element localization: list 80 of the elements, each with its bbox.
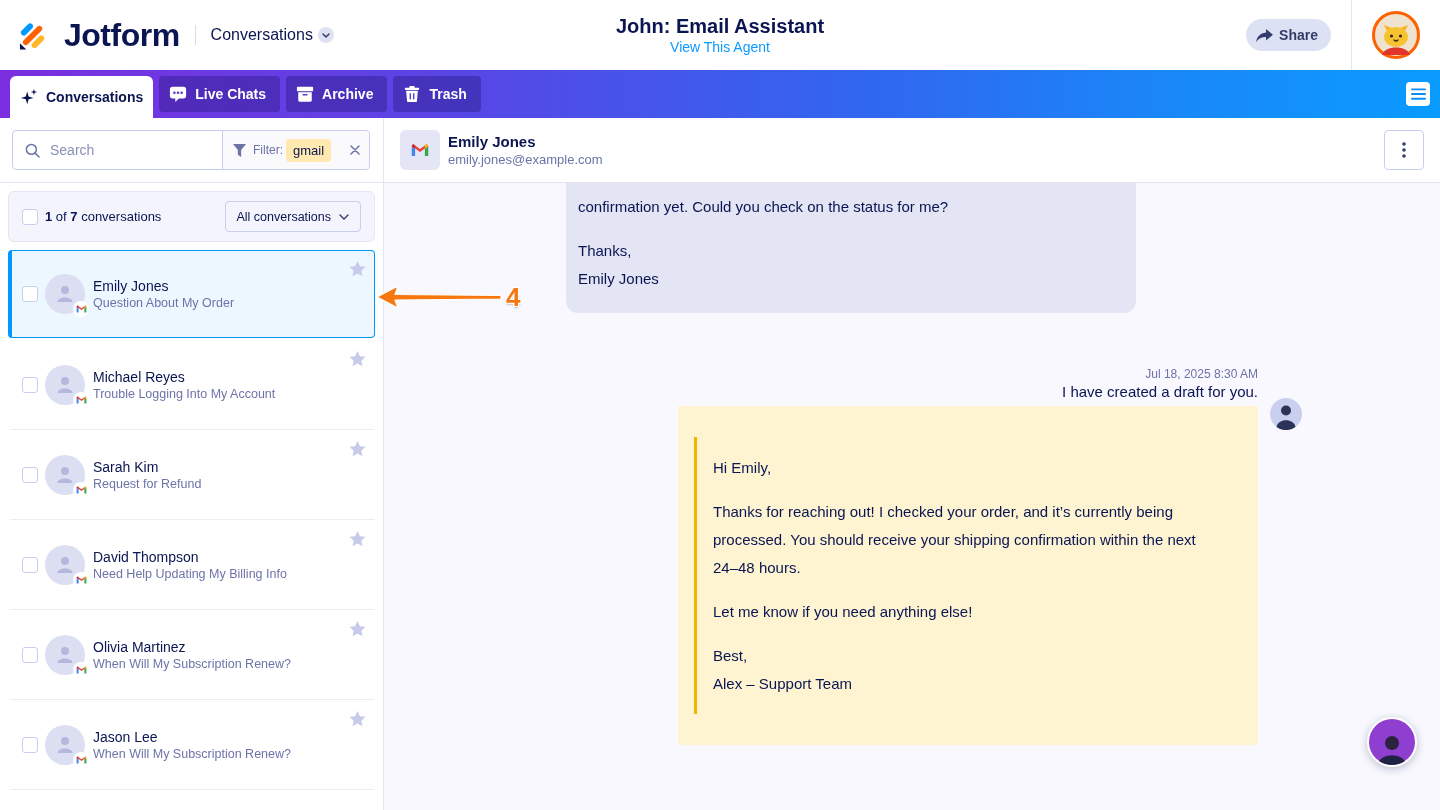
checkbox[interactable] (22, 647, 38, 663)
checkbox[interactable] (22, 377, 38, 393)
conversation-item[interactable]: Jason Lee When Will My Subscription Renew? (8, 700, 375, 790)
avatar-icon (45, 725, 85, 765)
filter-chip[interactable]: gmail (286, 138, 332, 162)
avatar-icon (45, 545, 85, 585)
more-button[interactable] (1384, 130, 1424, 170)
search-field[interactable]: Search (50, 142, 200, 158)
contact-email: emily.jones@example.com (448, 150, 603, 168)
more-icon (1402, 142, 1406, 158)
menu-icon (1410, 88, 1426, 100)
conversation-subject: Trouble Logging Into My Account (93, 385, 277, 402)
star-icon[interactable] (349, 621, 366, 637)
contact-name: Sarah Kim (93, 458, 160, 476)
avatar-icon (45, 635, 85, 675)
tab[interactable]: Live Chats (159, 76, 281, 112)
menu-button[interactable] (1406, 82, 1430, 106)
contact-name: Michael Reyes (93, 368, 186, 386)
avatar-icon (45, 365, 85, 405)
checkbox[interactable] (22, 286, 38, 302)
chevron-icon (317, 27, 334, 43)
trash-icon (403, 85, 422, 103)
archive-box-icon (296, 85, 315, 103)
conversation-subject: Need Help Updating My Billing Info (93, 565, 288, 582)
conversation-item[interactable]: Michael Reyes Trouble Logging Into My Account (8, 340, 375, 430)
contact-name: Emily Jones (448, 132, 537, 151)
avatar-icon (45, 274, 85, 314)
person-icon (1377, 733, 1407, 765)
star-icon[interactable] (349, 261, 366, 277)
checkbox[interactable] (22, 557, 38, 573)
mail-badge-icon (73, 301, 89, 317)
agent-message: I have created a draft for you. (1062, 383, 1258, 401)
sparkles-icon (20, 88, 38, 106)
tab[interactable]: Trash (393, 76, 481, 112)
section-dropdown[interactable]: Conversations (210, 26, 334, 44)
checkbox[interactable] (22, 737, 38, 753)
conversation-count: 1 of 7 conversations (45, 209, 162, 224)
conversation-subject: Request for Refund (93, 475, 203, 492)
draft-paragraph: Let me know if you need anything else! (713, 602, 974, 622)
conversation-item[interactable]: Sarah Kim Request for Refund (8, 430, 375, 520)
conversation-item[interactable]: Emily Jones Question About My Order (8, 250, 375, 338)
message-time: Jul 18, 2025 8:30 AM (1145, 367, 1258, 381)
contact-name: David Thompson (93, 548, 200, 566)
funnel-icon (233, 143, 246, 157)
step-number: 4 (506, 282, 521, 312)
conversation-subject: Question About My Order (93, 294, 236, 311)
contact-name: Olivia Martinez (93, 638, 187, 656)
tab[interactable]: Archive (286, 76, 388, 112)
star-icon[interactable] (349, 531, 366, 547)
agent-title: John: Email Assistant (615, 14, 825, 38)
agent-avatar-icon (1270, 398, 1302, 430)
star-icon[interactable] (349, 441, 366, 457)
conversation-subject: When Will My Subscription Renew? (93, 655, 292, 672)
draft-paragraph: Thanks for reaching out! I checked your order, and it’s currently being processed. You should receive your shipping confirmation within the next 24–48 hours. (713, 502, 1197, 578)
caret-icon (339, 213, 349, 220)
star-icon[interactable] (349, 711, 366, 727)
avatar-icon (45, 455, 85, 495)
cat-avatar-icon[interactable] (1372, 11, 1420, 59)
share-icon (1256, 28, 1274, 42)
contact-name: Jason Lee (93, 728, 159, 746)
checkbox[interactable] (22, 467, 38, 483)
draft-paragraph: Hi Emily, (713, 458, 773, 478)
search-icon (25, 142, 40, 158)
draft-paragraph: Best, Alex – Support Team (713, 646, 853, 694)
contact-name: Emily Jones (93, 277, 170, 295)
message-paragraph: confirmation yet. Could you check on the status for me? (578, 197, 950, 217)
mail-tile-icon (400, 130, 440, 170)
brand-name: Jotform (64, 16, 180, 54)
tab[interactable]: Conversations (10, 76, 154, 118)
share-button[interactable]: Share (1246, 19, 1331, 51)
chat-bubble-icon (169, 85, 188, 103)
checkbox[interactable] (22, 208, 38, 225)
conversation-item[interactable]: Olivia Martinez When Will My Subscription Renew? (8, 610, 375, 700)
filter-label: Filter: (253, 143, 283, 157)
conversation-filter-dropdown[interactable]: All conversations (224, 201, 361, 232)
conversation-subject: When Will My Subscription Renew? (93, 745, 292, 762)
conversation-item[interactable]: David Thompson Need Help Updating My Billing Info (8, 520, 375, 610)
message-paragraph: Thanks, Emily Jones (578, 241, 660, 289)
close-icon[interactable] (350, 145, 360, 155)
star-icon[interactable] (349, 351, 366, 367)
